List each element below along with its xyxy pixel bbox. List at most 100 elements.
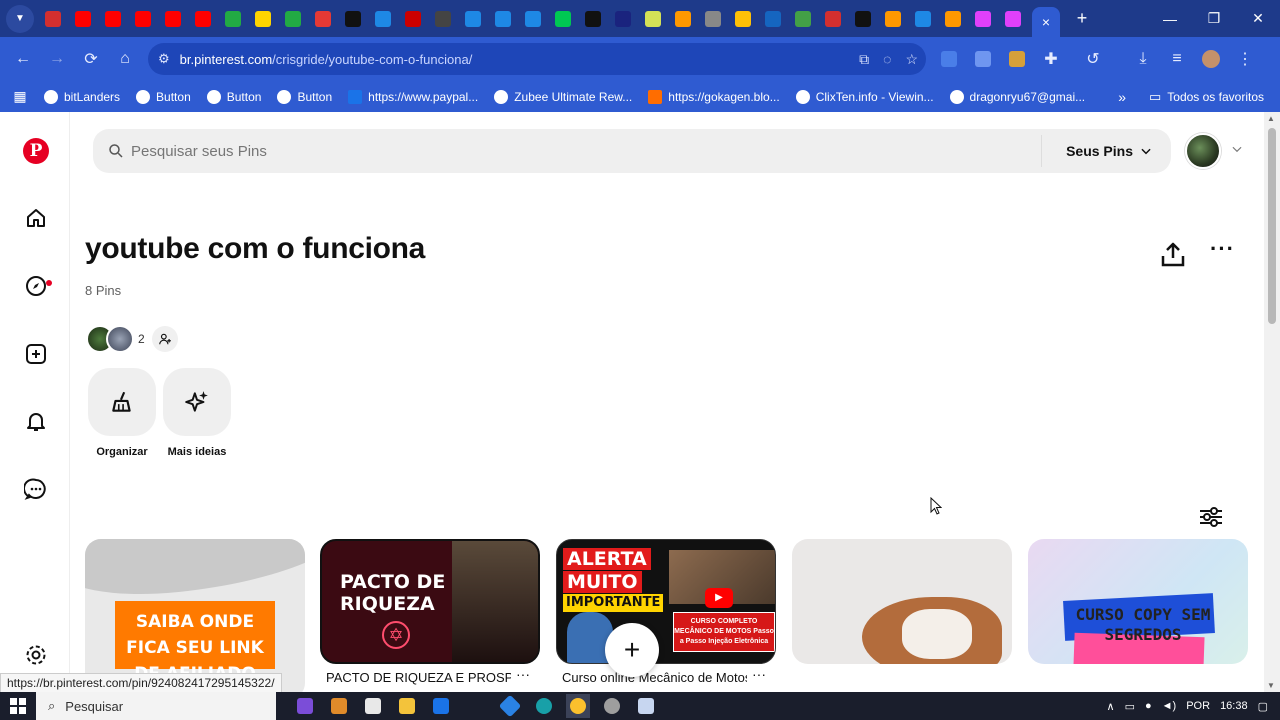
pin-card[interactable]: SAIBA ONDE FICA SEU LINK DE AFILIADO [85, 539, 305, 692]
taskbar-app[interactable] [634, 694, 658, 718]
pin-title[interactable]: Curso online Mecânico de Motos Carlos Go… [562, 670, 747, 685]
forward-arrow-icon[interactable]: → [40, 42, 74, 76]
taskbar-app[interactable] [293, 694, 317, 718]
scrollbar-thumb[interactable] [1268, 128, 1276, 324]
tab-favicon-icon[interactable] [1005, 10, 1021, 27]
pin-more-icon[interactable]: ··· [752, 666, 766, 682]
bookmark-item[interactable]: https://www.paypal... [348, 89, 478, 104]
taskbar-app[interactable] [600, 694, 624, 718]
tab-favicon-icon[interactable] [645, 10, 661, 27]
clock[interactable]: 16:38 [1220, 700, 1248, 712]
edge-icon[interactable] [532, 694, 556, 718]
more-bookmarks-icon[interactable]: » [1118, 89, 1126, 105]
chevron-down-icon[interactable] [1230, 142, 1244, 156]
notifications-icon[interactable]: ▢ [1258, 700, 1268, 713]
tab-favicon-icon[interactable] [915, 10, 931, 27]
bookmark-item[interactable]: Button [136, 89, 191, 104]
bookmark-item[interactable]: dragonryu67@gmai... [949, 89, 1085, 104]
pinterest-logo-icon[interactable]: P [23, 138, 49, 164]
tab-favicon-icon[interactable] [465, 10, 481, 27]
tab-favicon-icon[interactable] [555, 10, 571, 27]
pin-card[interactable]: CURSO COPY SEM SEGREDOS [1028, 539, 1248, 664]
tab-favicon-icon[interactable] [435, 10, 451, 27]
pin-card[interactable] [792, 539, 1012, 664]
restore-icon[interactable]: ❐ [1192, 0, 1236, 37]
create-pin-button[interactable]: + [605, 623, 659, 677]
hide-eye-icon[interactable]: ◌ [883, 51, 891, 67]
taskbar-app[interactable] [361, 694, 385, 718]
tab-favicon-icon[interactable] [615, 10, 631, 27]
bookmark-item[interactable]: Button [206, 89, 261, 104]
bell-icon[interactable] [22, 407, 50, 435]
home-icon[interactable] [22, 204, 50, 232]
network-icon[interactable]: ▭ [1125, 700, 1135, 713]
address-bar[interactable]: ⚙ br.pinterest.com/crisgride/youtube-com… [148, 43, 926, 75]
collaborators[interactable]: 2 [86, 324, 178, 354]
language-indicator[interactable]: POR [1186, 700, 1210, 712]
tab-favicon-icon[interactable] [855, 10, 871, 27]
taskbar-app[interactable] [327, 694, 351, 718]
search-bar[interactable]: Seus Pins [93, 129, 1171, 173]
tab-favicon-icon[interactable] [285, 10, 301, 27]
apps-grid-icon[interactable]: ▦ [0, 88, 40, 105]
pin-card[interactable]: PACTO DE RIQUEZA ✡ [320, 539, 540, 664]
chrome-icon[interactable] [566, 694, 590, 718]
chevron-up-icon[interactable]: ∧ [1107, 700, 1115, 713]
close-window-icon[interactable]: ✕ [1236, 0, 1280, 37]
tab-favicon-icon[interactable] [135, 10, 151, 27]
extension-icon[interactable] [1009, 51, 1025, 67]
bookmark-item[interactable]: ClixTen.info - Viewin... [795, 89, 934, 104]
close-tab-icon[interactable]: × [1042, 14, 1050, 30]
add-collaborator-icon[interactable] [152, 326, 178, 352]
taskbar-app[interactable] [498, 694, 522, 718]
settings-gear-icon[interactable] [22, 641, 50, 669]
scroll-down-icon[interactable]: ▼ [1267, 681, 1275, 690]
bookmark-item[interactable]: Button [277, 89, 332, 104]
tab-favicon-icon[interactable] [345, 10, 361, 27]
tab-favicon-icon[interactable] [375, 10, 391, 27]
tab-favicon-icon[interactable] [195, 10, 211, 27]
more-ideas-button[interactable]: Mais ideias [157, 368, 237, 458]
tab-favicon-icon[interactable] [825, 10, 841, 27]
search-input[interactable] [131, 142, 1031, 160]
install-app-icon[interactable]: ⧉ [859, 51, 869, 68]
browser-menu-icon[interactable]: ⋮ [1228, 42, 1262, 76]
create-plus-icon[interactable] [22, 340, 50, 368]
tab-favicon-icon[interactable] [45, 10, 61, 27]
tab-favicon-icon[interactable] [405, 10, 421, 27]
scroll-up-icon[interactable]: ▲ [1267, 114, 1275, 123]
organize-button[interactable]: Organizar [82, 368, 162, 458]
tab-favicon-icon[interactable] [675, 10, 691, 27]
active-tab[interactable]: × [1032, 7, 1060, 37]
extensions-puzzle-icon[interactable]: ✚ [1034, 42, 1068, 76]
tab-favicon-icon[interactable] [735, 10, 751, 27]
file-explorer-icon[interactable] [395, 694, 419, 718]
tab-favicon-icon[interactable] [255, 10, 271, 27]
pin-card[interactable]: ALERTA MUITO IMPORTANTE ▶ CURSO COMPLETO… [556, 539, 776, 664]
translate-icon[interactable] [975, 51, 991, 67]
bookmark-item[interactable]: https://gokagen.blo... [648, 89, 780, 104]
media-icon[interactable]: ≡ [1160, 42, 1194, 76]
minimize-icon[interactable]: — [1148, 0, 1192, 37]
volume-icon[interactable]: ◄) [1162, 700, 1177, 712]
tab-favicon-icon[interactable] [585, 10, 601, 27]
extension-icon[interactable] [941, 51, 957, 67]
windows-start-icon[interactable] [0, 692, 36, 720]
history-icon[interactable]: ↺ [1076, 42, 1110, 76]
tab-search-button[interactable]: ▼ [6, 4, 34, 33]
tab-favicon-icon[interactable] [975, 10, 991, 27]
reload-icon[interactable]: ⟳ [74, 42, 108, 76]
pin-more-icon[interactable]: ··· [516, 666, 530, 682]
scrollbar[interactable]: ▲ ▼ [1264, 112, 1280, 692]
home-icon[interactable]: ⌂ [108, 42, 142, 76]
messages-icon[interactable] [22, 475, 50, 503]
pin-title[interactable]: PACTO DE RIQUEZA E PROSPERIDADE - Segred… [326, 670, 511, 685]
back-arrow-icon[interactable]: ← [6, 42, 40, 76]
new-tab-button[interactable]: + [1070, 8, 1094, 29]
bookmark-item[interactable]: Zubee Ultimate Rew... [494, 89, 632, 104]
taskbar-search[interactable]: ⌕ Pesquisar [36, 692, 276, 720]
all-bookmarks-folder[interactable]: ▭ Todos os favoritos [1149, 89, 1264, 105]
tab-favicon-icon[interactable] [525, 10, 541, 27]
tab-favicon-icon[interactable] [765, 10, 781, 27]
tab-favicon-icon[interactable] [165, 10, 181, 27]
